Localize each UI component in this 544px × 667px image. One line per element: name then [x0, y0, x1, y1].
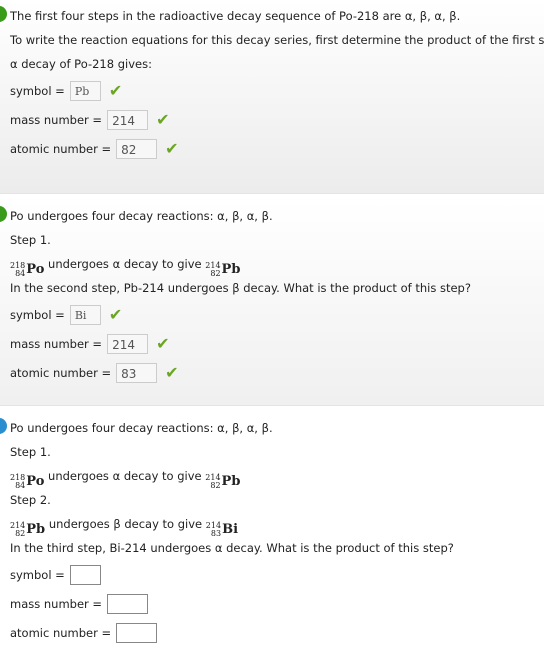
- mass-number-input[interactable]: 214: [107, 109, 149, 130]
- equation-text: undergoes β decay to give: [48, 517, 203, 531]
- question-text: In the second step, Pb-214 undergoes β d…: [10, 281, 471, 295]
- symbol-input[interactable]: [69, 564, 101, 585]
- step-label: Step 2.: [10, 493, 51, 507]
- check-icon: ✔: [156, 334, 170, 353]
- equation-text: undergoes α decay to give: [48, 469, 202, 483]
- field-label: atomic number =: [10, 141, 112, 156]
- mass-number-row: mass number = 214 ✔: [10, 105, 544, 134]
- z: 82: [210, 481, 221, 490]
- check-icon: ✔: [165, 363, 179, 382]
- part-2: Po undergoes four decay reactions: α, β,…: [0, 200, 544, 406]
- prompt-text: α decay of Po-218 gives:: [10, 57, 152, 71]
- step-current-icon: [0, 418, 7, 434]
- intro-text: Po undergoes four decay reactions: α, β,…: [10, 421, 273, 435]
- instruction-text: To write the reaction equations for this…: [10, 33, 544, 47]
- check-icon: ✔: [156, 110, 170, 129]
- atomic-number-row: atomic number = 82 ✔: [10, 134, 544, 163]
- element: Pb: [221, 474, 241, 489]
- atomic-number-row: atomic number =: [10, 618, 544, 647]
- step-complete-icon: [0, 206, 7, 222]
- equation-text: undergoes α decay to give: [48, 257, 202, 271]
- atomic-number-input[interactable]: 83: [116, 362, 158, 383]
- field-label: atomic number =: [10, 365, 112, 380]
- field-label: mass number =: [10, 596, 103, 611]
- field-label: mass number =: [10, 336, 103, 351]
- mass-number-input[interactable]: [107, 593, 149, 614]
- intro-text: Po undergoes four decay reactions: α, β,…: [10, 209, 273, 223]
- equation-1: 218 84 Po undergoes α decay to give 214 82 P…: [10, 252, 544, 278]
- symbol-input[interactable]: Pb: [69, 80, 101, 101]
- field-label: mass number =: [10, 112, 103, 127]
- atomic-number-input[interactable]: 82: [116, 138, 158, 159]
- symbol-input[interactable]: Bi: [69, 304, 101, 325]
- step-label: Step 1.: [10, 233, 51, 247]
- mass-number-input[interactable]: 214: [107, 333, 149, 354]
- symbol-row: symbol =: [10, 560, 544, 589]
- part-1: The first four steps in the radioactive …: [0, 0, 544, 194]
- field-label: symbol =: [10, 307, 65, 322]
- check-icon: ✔: [165, 139, 179, 158]
- field-label: atomic number =: [10, 625, 112, 640]
- equation-2: 214 82 Pb undergoes β decay to give 214 83 B…: [10, 512, 544, 538]
- mass-number-row: mass number = 214 ✔: [10, 329, 544, 358]
- atomic-number-row: atomic number = 83 ✔: [10, 358, 544, 387]
- atomic-number-input[interactable]: [116, 622, 158, 643]
- part-3: Po undergoes four decay reactions: α, β,…: [0, 412, 544, 667]
- symbol-row: symbol = Pb ✔: [10, 76, 544, 105]
- check-icon: ✔: [108, 81, 123, 100]
- field-label: symbol =: [10, 83, 65, 98]
- question-text: In the third step, Bi-214 undergoes α de…: [10, 541, 454, 555]
- mass-number-row: mass number =: [10, 589, 544, 618]
- intro-text: The first four steps in the radioactive …: [10, 9, 461, 23]
- field-label: symbol =: [10, 567, 65, 582]
- equation-1: 218 84 Po undergoes α decay to give 214 82 P…: [10, 464, 544, 490]
- step-complete-icon: [0, 6, 7, 22]
- step-label: Step 1.: [10, 445, 51, 459]
- symbol-row: symbol = Bi ✔: [10, 300, 544, 329]
- check-icon: ✔: [108, 305, 123, 324]
